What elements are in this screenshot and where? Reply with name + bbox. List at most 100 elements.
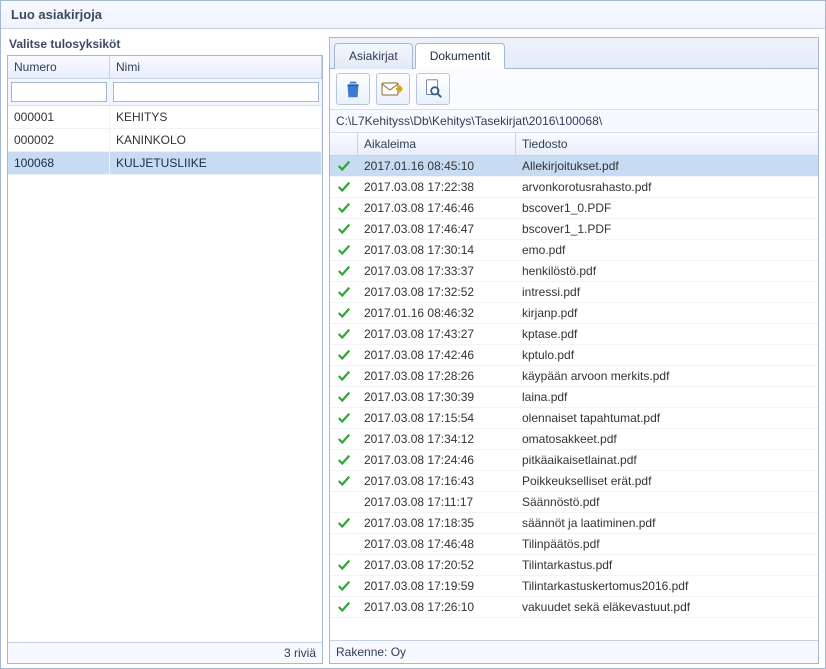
doc-row[interactable]: 2017.03.08 17:18:35säännöt ja laatiminen… <box>330 513 818 534</box>
doc-filename: vakuudet sekä eläkevastuut.pdf <box>516 597 818 617</box>
doc-row[interactable]: 2017.03.08 17:24:46pitkäaikaisetlainat.p… <box>330 450 818 471</box>
unit-name: KANINKOLO <box>110 129 322 151</box>
doc-row[interactable]: 2017.03.08 17:30:14emo.pdf <box>330 240 818 261</box>
tabstrip: AsiakirjatDokumentit <box>330 38 818 69</box>
doc-timestamp: 2017.03.08 17:15:54 <box>358 408 516 428</box>
window-title: Luo asiakirjoja <box>1 1 825 29</box>
doc-row[interactable]: 2017.03.08 17:30:39laina.pdf <box>330 387 818 408</box>
doc-filename: arvonkorotusrahasto.pdf <box>516 177 818 197</box>
check-icon <box>330 600 358 614</box>
check-icon <box>330 348 358 362</box>
doc-filename: Säännöstö.pdf <box>516 492 818 512</box>
unit-number: 100068 <box>8 152 110 174</box>
doc-timestamp: 2017.03.08 17:28:26 <box>358 366 516 386</box>
send-button[interactable] <box>376 73 410 105</box>
unit-row[interactable]: 000002KANINKOLO <box>8 129 322 152</box>
check-icon <box>330 159 358 173</box>
doc-filename: bscover1_0.PDF <box>516 198 818 218</box>
doc-filename: kirjanp.pdf <box>516 303 818 323</box>
doc-filename: pitkäaikaisetlainat.pdf <box>516 450 818 470</box>
doc-timestamp: 2017.03.08 17:32:52 <box>358 282 516 302</box>
status-bar: Rakenne: Oy <box>330 640 818 663</box>
delete-button[interactable] <box>336 73 370 105</box>
doc-timestamp: 2017.03.08 17:19:59 <box>358 576 516 596</box>
doc-row[interactable]: 2017.03.08 17:42:46kptulo.pdf <box>330 345 818 366</box>
check-icon <box>330 390 358 404</box>
unit-number: 000001 <box>8 106 110 128</box>
doc-row[interactable]: 2017.01.16 08:45:10Allekirjoitukset.pdf <box>330 156 818 177</box>
doc-timestamp: 2017.03.08 17:46:47 <box>358 219 516 239</box>
col-header-file[interactable]: Tiedosto <box>516 133 818 155</box>
toolbar <box>330 69 818 110</box>
doc-row[interactable]: 2017.03.08 17:34:12omatosakkeet.pdf <box>330 429 818 450</box>
check-icon <box>330 327 358 341</box>
left-panel: Valitse tulosyksiköt Numero Nimi 000001K… <box>7 37 323 664</box>
doc-row[interactable]: 2017.03.08 17:16:43Poikkeukselliset erät… <box>330 471 818 492</box>
check-icon <box>330 222 358 236</box>
doc-row[interactable]: 2017.03.08 17:26:10vakuudet sekä eläkeva… <box>330 597 818 618</box>
check-icon <box>330 516 358 530</box>
right-panel: AsiakirjatDokumentit <box>329 37 819 664</box>
doc-row[interactable]: 2017.03.08 17:20:52Tilintarkastus.pdf <box>330 555 818 576</box>
check-icon <box>330 285 358 299</box>
col-header-number[interactable]: Numero <box>8 56 110 78</box>
doc-grid-body: 2017.01.16 08:45:10Allekirjoitukset.pdf2… <box>330 156 818 640</box>
doc-row[interactable]: 2017.03.08 17:22:38arvonkorotusrahasto.p… <box>330 177 818 198</box>
unit-name: KULJETUSLIIKE <box>110 152 322 174</box>
doc-row[interactable]: 2017.03.08 17:28:26käypään arvoon merkit… <box>330 366 818 387</box>
doc-row[interactable]: 2017.03.08 17:46:48Tilinpäätös.pdf <box>330 534 818 555</box>
doc-timestamp: 2017.03.08 17:46:46 <box>358 198 516 218</box>
doc-filename: Tilintarkastuskertomus2016.pdf <box>516 576 818 596</box>
preview-button[interactable] <box>416 73 450 105</box>
doc-timestamp: 2017.03.08 17:22:38 <box>358 177 516 197</box>
doc-row[interactable]: 2017.01.16 08:46:32kirjanp.pdf <box>330 303 818 324</box>
doc-timestamp: 2017.03.08 17:24:46 <box>358 450 516 470</box>
doc-filename: Allekirjoitukset.pdf <box>516 156 818 176</box>
check-icon <box>330 558 358 572</box>
tab-dokumentit[interactable]: Dokumentit <box>415 43 506 69</box>
filter-name-input[interactable] <box>113 82 319 102</box>
doc-row[interactable]: 2017.03.08 17:15:54olennaiset tapahtumat… <box>330 408 818 429</box>
unit-filter-row <box>8 79 322 106</box>
check-icon <box>330 411 358 425</box>
doc-filename: bscover1_1.PDF <box>516 219 818 239</box>
doc-timestamp: 2017.01.16 08:46:32 <box>358 303 516 323</box>
check-icon <box>330 201 358 215</box>
doc-row[interactable]: 2017.03.08 17:46:47bscover1_1.PDF <box>330 219 818 240</box>
check-icon <box>330 453 358 467</box>
check-icon <box>330 180 358 194</box>
doc-row[interactable]: 2017.03.08 17:43:27kptase.pdf <box>330 324 818 345</box>
col-header-timestamp[interactable]: Aikaleima <box>358 133 516 155</box>
doc-filename: emo.pdf <box>516 240 818 260</box>
app-window: Luo asiakirjoja Valitse tulosyksiköt Num… <box>0 0 826 669</box>
doc-filename: säännöt ja laatiminen.pdf <box>516 513 818 533</box>
doc-timestamp: 2017.03.08 17:18:35 <box>358 513 516 533</box>
unit-row[interactable]: 000001KEHITYS <box>8 106 322 129</box>
unit-row[interactable]: 100068KULJETUSLIIKE <box>8 152 322 175</box>
col-header-check[interactable] <box>330 133 358 155</box>
doc-row[interactable]: 2017.03.08 17:33:37henkilöstö.pdf <box>330 261 818 282</box>
document-magnify-icon <box>422 78 444 100</box>
doc-filename: kptulo.pdf <box>516 345 818 365</box>
check-icon <box>330 243 358 257</box>
doc-timestamp: 2017.03.08 17:42:46 <box>358 345 516 365</box>
doc-timestamp: 2017.03.08 17:30:39 <box>358 387 516 407</box>
doc-timestamp: 2017.03.08 17:30:14 <box>358 240 516 260</box>
doc-filename: kptase.pdf <box>516 324 818 344</box>
doc-filename: henkilöstö.pdf <box>516 261 818 281</box>
unit-grid-header: Numero Nimi <box>8 56 322 79</box>
doc-row[interactable]: 2017.03.08 17:19:59Tilintarkastuskertomu… <box>330 576 818 597</box>
doc-grid-header: Aikaleima Tiedosto <box>330 133 818 156</box>
unit-number: 000002 <box>8 129 110 151</box>
check-icon <box>330 432 358 446</box>
doc-filename: Tilinpäätös.pdf <box>516 534 818 554</box>
tab-asiakirjat[interactable]: Asiakirjat <box>334 43 413 69</box>
doc-timestamp: 2017.03.08 17:11:17 <box>358 492 516 512</box>
doc-row[interactable]: 2017.03.08 17:11:17Säännöstö.pdf <box>330 492 818 513</box>
doc-row[interactable]: 2017.03.08 17:46:46bscover1_0.PDF <box>330 198 818 219</box>
check-icon <box>330 369 358 383</box>
col-header-name[interactable]: Nimi <box>110 56 322 78</box>
doc-filename: olennaiset tapahtumat.pdf <box>516 408 818 428</box>
doc-row[interactable]: 2017.03.08 17:32:52intressi.pdf <box>330 282 818 303</box>
filter-number-input[interactable] <box>11 82 107 102</box>
